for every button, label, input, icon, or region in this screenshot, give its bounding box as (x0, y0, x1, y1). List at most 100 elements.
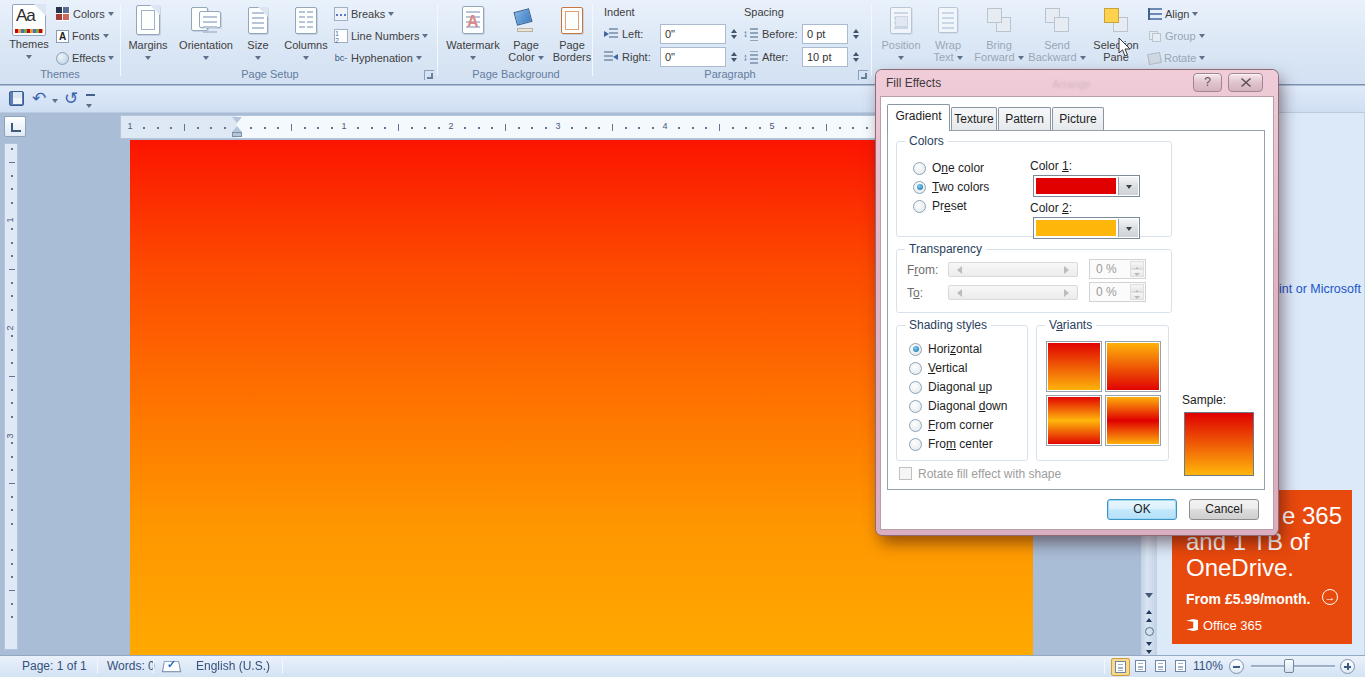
close-button[interactable] (1228, 73, 1263, 92)
draft-view-button[interactable] (1171, 658, 1190, 676)
rotate-button[interactable]: Rotate (1148, 48, 1205, 68)
tab-gradient[interactable]: Gradient (887, 104, 950, 131)
theme-fonts-button[interactable]: A Fonts (56, 26, 109, 46)
undo-dropdown[interactable] (52, 99, 58, 106)
spacing-after-input[interactable]: 10 pt (802, 47, 848, 67)
spacing-after-stepper[interactable] (849, 47, 862, 67)
tab-stop-selector[interactable] (4, 116, 26, 137)
variant-3[interactable] (1046, 395, 1102, 446)
office-logo (1186, 619, 1198, 631)
color1-dropdown-button[interactable] (1118, 177, 1138, 195)
customize-qat-button[interactable] (86, 94, 95, 116)
variant-4[interactable] (1105, 395, 1161, 446)
line-numbers-button[interactable]: 12 Line Numbers (334, 26, 428, 46)
left-indent-marker[interactable] (232, 132, 242, 137)
color1-dropdown[interactable] (1033, 175, 1140, 197)
fullscreen-view-button[interactable] (1131, 658, 1150, 676)
transparency-from-spinner: 0 % (1089, 259, 1146, 279)
radio-from-corner[interactable]: From corner (909, 418, 993, 432)
radio-diagonal-down[interactable]: Diagonal down (909, 399, 1007, 413)
zoom-in-button[interactable] (1340, 659, 1355, 674)
color2-dropdown-button[interactable] (1118, 219, 1138, 237)
radio-horizontal[interactable]: Horizontal (909, 342, 982, 356)
page-color-button[interactable]: Page Color (504, 3, 548, 67)
gradient-tab-page: Colors One color Two colors Preset Color… (887, 130, 1265, 490)
indent-right-input[interactable]: 0" (660, 47, 726, 67)
theme-colors-button[interactable]: Colors (56, 4, 114, 24)
radio-two-colors[interactable]: Two colors (913, 180, 989, 194)
ok-button[interactable]: OK (1107, 499, 1177, 520)
selection-pane-icon (1103, 7, 1129, 33)
radio-diagonal-up[interactable]: Diagonal up (909, 380, 992, 394)
send-backward-button[interactable]: Send Backward (1028, 3, 1086, 67)
hyphenation-button[interactable]: bc- Hyphenation (334, 48, 422, 68)
zoom-slider-thumb[interactable] (1284, 659, 1294, 673)
theme-effects-button[interactable]: Effects (56, 48, 114, 68)
print-layout-view-button[interactable] (1111, 658, 1130, 676)
indent-left-stepper[interactable] (727, 24, 740, 44)
ruler-number: 1 (5, 217, 15, 222)
tab-pattern[interactable]: Pattern (998, 107, 1051, 130)
radio-preset[interactable]: Preset (913, 199, 967, 213)
group-button[interactable]: Group (1148, 26, 1205, 46)
position-button[interactable]: Position (878, 3, 924, 67)
radio-from-center[interactable]: From center (909, 437, 993, 451)
language-indicator[interactable]: English (U.S.) (196, 659, 270, 673)
bring-forward-icon (986, 7, 1012, 33)
group-label-page-setup: Page Setup (200, 68, 340, 80)
undo-button[interactable]: ↶ (32, 90, 46, 107)
select-browse-object-button[interactable] (1141, 624, 1157, 639)
page-borders-button[interactable]: Page Borders (549, 3, 595, 67)
variant-1[interactable] (1046, 341, 1102, 392)
columns-button[interactable]: Columns (280, 3, 332, 67)
themes-button[interactable]: Aa Themes (6, 3, 52, 67)
page-indicator[interactable]: Page: 1 of 1 (22, 659, 87, 673)
sample-label: Sample: (1182, 393, 1226, 407)
spacing-before-input[interactable]: 0 pt (802, 24, 848, 44)
cancel-button[interactable]: Cancel (1189, 499, 1259, 520)
web-layout-icon (1155, 660, 1166, 672)
align-button[interactable]: Align (1148, 4, 1198, 24)
wrap-text-button[interactable]: Wrap Text (926, 3, 970, 67)
ruler-number: 1 (341, 121, 346, 131)
radio-one-color[interactable]: One color (913, 161, 984, 175)
scroll-down-button[interactable] (1141, 590, 1157, 604)
bring-forward-button[interactable]: Bring Forward (972, 3, 1026, 67)
breaks-button[interactable]: Breaks (334, 4, 394, 24)
help-button[interactable]: ? (1193, 73, 1222, 92)
margins-icon (136, 5, 160, 35)
orientation-button[interactable]: Orientation (175, 3, 237, 67)
tab-texture[interactable]: Texture (951, 107, 997, 130)
radio-vertical[interactable]: Vertical (909, 361, 967, 375)
draft-icon (1175, 660, 1186, 672)
variants-group: Variants (1036, 325, 1169, 461)
margins-button[interactable]: Margins (123, 3, 173, 67)
web-layout-view-button[interactable] (1151, 658, 1170, 676)
save-button[interactable] (9, 91, 24, 110)
paragraph-dialog-launcher[interactable] (858, 70, 868, 80)
close-icon (1241, 78, 1251, 87)
wrap-text-icon (938, 7, 958, 33)
color2-dropdown[interactable] (1033, 217, 1140, 239)
watermark-button[interactable]: A Watermark (444, 3, 502, 67)
previous-page-button[interactable] (1141, 606, 1157, 622)
variant-2[interactable] (1105, 341, 1161, 392)
tab-picture[interactable]: Picture (1052, 107, 1104, 130)
line-numbers-icon: 12 (334, 29, 348, 43)
spacing-before-stepper[interactable] (849, 24, 862, 44)
size-button[interactable]: Size (238, 3, 278, 67)
indent-right-stepper[interactable] (727, 47, 740, 67)
vertical-ruler[interactable]: 123 (4, 143, 18, 650)
zoom-out-button[interactable] (1229, 659, 1244, 674)
theme-effects-icon (56, 52, 69, 65)
page-setup-dialog-launcher[interactable] (424, 70, 434, 80)
proofing-icon[interactable] (163, 660, 178, 675)
hanging-indent-marker[interactable] (232, 121, 242, 132)
redo-button[interactable]: ↺ (64, 90, 78, 107)
indent-left-input[interactable]: 0" (660, 24, 726, 44)
rotate-fill-checkbox (899, 467, 912, 480)
word-count[interactable]: Words: 0 (107, 659, 155, 673)
selection-pane-button[interactable]: Selection Pane (1090, 3, 1142, 67)
spacing-label: Spacing (744, 6, 784, 18)
zoom-level[interactable]: 110% (1193, 659, 1223, 673)
